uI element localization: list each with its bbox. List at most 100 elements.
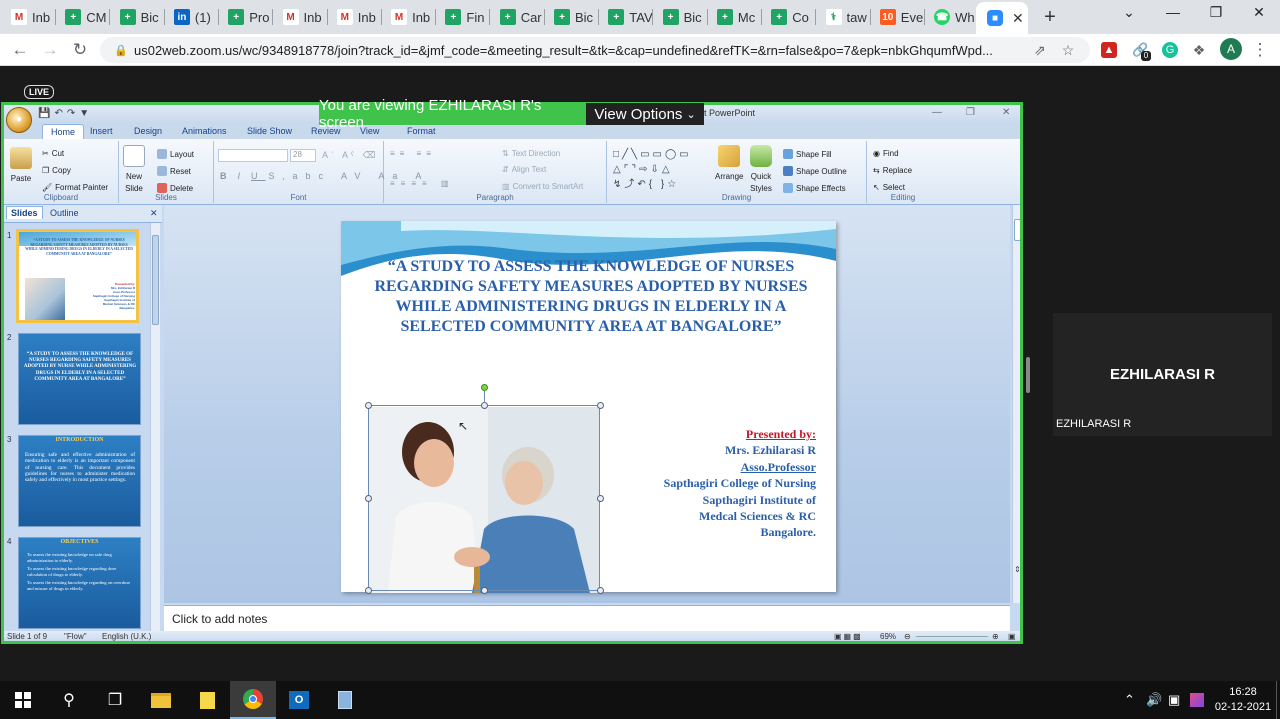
browser-tab[interactable]: M Inb xyxy=(272,4,328,30)
forward-icon[interactable]: → xyxy=(40,40,60,60)
address-bar[interactable]: 🔒 us02web.zoom.us/wc/9348918778/join?tra… xyxy=(100,37,1090,63)
notes-pane[interactable]: Click to add notes xyxy=(164,605,1010,631)
shape-outline-button[interactable]: Shape Outline xyxy=(783,166,847,176)
arrange-button[interactable]: Arrange xyxy=(715,145,743,181)
browser-tab[interactable]: in (1) xyxy=(163,4,219,30)
paste-button[interactable]: Paste xyxy=(10,147,32,183)
back-icon[interactable]: ← xyxy=(10,40,30,60)
bookmark-star-icon[interactable]: ☆ xyxy=(1062,42,1075,59)
thumbnail-scroll-thumb[interactable] xyxy=(152,235,159,325)
status-zoom-level[interactable]: 69% xyxy=(880,632,896,641)
quick-access-toolbar[interactable]: 💾↶↷▼ xyxy=(38,108,93,119)
view-buttons[interactable]: ▣▦▩ xyxy=(834,632,863,641)
close-window-button[interactable]: ✕ xyxy=(1246,4,1272,21)
canvas-scroll-thumb[interactable] xyxy=(1014,219,1020,241)
grammarly-icon[interactable]: G xyxy=(1162,42,1178,58)
layout-button[interactable]: Layout xyxy=(157,149,194,159)
browser-tab[interactable]: + Mc xyxy=(706,4,762,30)
slide-thumbnail-3[interactable]: INTRODUCTION Ensuring safe and effective… xyxy=(18,435,141,527)
tab-search-icon[interactable]: ⌄ xyxy=(1116,4,1142,21)
view-options-button[interactable]: View Options ⌄ xyxy=(586,103,704,125)
replace-button[interactable]: ⇆ Replace xyxy=(873,166,912,175)
browser-tab[interactable]: + Co xyxy=(760,4,817,30)
font-name-box[interactable] xyxy=(218,149,288,162)
new-tab-button[interactable]: + xyxy=(1040,6,1060,29)
share-icon[interactable]: ⇗ xyxy=(1034,42,1046,59)
format-painter-button[interactable]: 🖌 Format Painter xyxy=(42,183,108,192)
browser-tab[interactable]: + Bic xyxy=(652,4,708,30)
slide-thumbnail-4[interactable]: OBJECTIVES To assess the existing knowle… xyxy=(18,537,141,629)
browser-tab[interactable]: + Fin xyxy=(434,4,491,30)
browser-tab[interactable]: M Inb xyxy=(0,4,56,30)
office-button[interactable]: ● xyxy=(6,107,32,133)
font-grow-shrink-buttons[interactable]: Aʿ Aˁ ⌫ xyxy=(322,150,378,161)
text-direction-button[interactable]: ⇅ Text Direction xyxy=(502,149,560,158)
browser-tab[interactable]: ⚕ taw xyxy=(815,4,871,30)
resize-handle-tl[interactable] xyxy=(365,402,372,409)
slide-thumbnail-1[interactable]: “A STUDY TO ASSESS THE KNOWLEDGE OF NURS… xyxy=(16,229,139,323)
zoom-slider[interactable] xyxy=(916,636,988,637)
list-buttons[interactable]: ≡≡ ≡≡ xyxy=(390,149,436,158)
task-view-icon[interactable]: ❐ xyxy=(92,681,138,719)
close-icon[interactable]: ✕ xyxy=(1012,10,1024,27)
quick-styles-button[interactable]: Quick Styles xyxy=(750,145,772,193)
ppt-restore-icon[interactable]: ❐ xyxy=(966,107,975,118)
calculator-icon[interactable] xyxy=(322,681,368,719)
zoom-in-icon[interactable]: ⊕ xyxy=(992,632,999,641)
copy-button[interactable]: ❐ Copy xyxy=(42,166,71,175)
tab-zoom-active[interactable]: ■ ✕ xyxy=(976,2,1028,34)
browser-tab[interactable]: + TAV xyxy=(597,4,654,30)
tray-overflow-icon[interactable]: ⌃ xyxy=(1124,692,1135,708)
maximize-button[interactable]: ❐ xyxy=(1203,4,1229,21)
taskbar-clock[interactable]: 16:28 02-12-2021 xyxy=(1210,685,1276,715)
ribbon-tab-home[interactable]: Home xyxy=(42,124,85,139)
app-tray-icon[interactable] xyxy=(1190,693,1204,707)
participant-video-tile[interactable]: EZHILARASI R EZHILARASI R xyxy=(1053,313,1272,436)
volume-icon[interactable]: 🔊 xyxy=(1146,692,1162,708)
delete-button[interactable]: Delete xyxy=(157,183,193,193)
resize-handle-t[interactable] xyxy=(481,402,488,409)
font-size-box[interactable]: 28 xyxy=(290,149,316,162)
profile-avatar[interactable]: A xyxy=(1220,38,1242,60)
network-icon[interactable]: ▣ xyxy=(1168,692,1180,708)
slide-title[interactable]: “A STUDY TO ASSESS THE KNOWLEDGE OF NURS… xyxy=(361,257,821,337)
slide-thumbnail-2[interactable]: “A STUDY TO ASSESS THE KNOWLEDGE OF NURS… xyxy=(18,333,141,425)
zoom-out-icon[interactable]: ⊖ xyxy=(904,632,911,641)
reset-button[interactable]: Reset xyxy=(157,166,191,176)
browser-tab[interactable]: + Bic xyxy=(543,4,599,30)
show-desktop-button[interactable] xyxy=(1276,681,1280,719)
shapes-gallery[interactable]: □╱╲▭▭◯▭ △⌜⌝⇨⇩△ ↯⤴↶{ }☆ xyxy=(613,147,708,192)
browser-tab[interactable]: + CM xyxy=(54,4,111,30)
shape-fill-button[interactable]: Shape Fill xyxy=(783,149,832,159)
rotate-handle[interactable] xyxy=(481,384,488,391)
chrome-taskbar-icon[interactable] xyxy=(230,681,276,719)
ribbon-tab-animations[interactable]: Animations xyxy=(182,126,227,136)
ppt-minimize-icon[interactable]: — xyxy=(932,107,942,118)
convert-smartart-button[interactable]: ▥ Convert to SmartArt xyxy=(502,182,583,191)
ribbon-tab-insert[interactable]: Insert xyxy=(90,126,113,136)
resize-handle-tr[interactable] xyxy=(597,402,604,409)
close-pane-icon[interactable]: ✕ xyxy=(150,208,158,219)
browser-tab[interactable]: 10 Eve xyxy=(869,4,925,30)
align-text-button[interactable]: ⇵ Align Text xyxy=(502,165,546,174)
new-slide-button[interactable]: New Slide xyxy=(123,145,145,193)
resize-handle-b[interactable] xyxy=(481,587,488,594)
extensions-puzzle-icon[interactable]: ❖ xyxy=(1191,42,1207,58)
browser-tab[interactable]: M Inb xyxy=(380,4,437,30)
thumbnail-scrollbar[interactable] xyxy=(150,223,160,631)
resize-handle-bl[interactable] xyxy=(365,587,372,594)
presenter-block[interactable]: Presented by: Mrs. Ezhilarasi R Asso.Pro… xyxy=(611,426,816,541)
fit-to-window-icon[interactable]: ▣ xyxy=(1008,632,1016,641)
find-button[interactable]: ◉ Find xyxy=(873,149,899,158)
windows-start-icon[interactable] xyxy=(0,681,46,719)
ribbon-tab-slide-show[interactable]: Slide Show xyxy=(247,126,292,136)
ribbon-tab-design[interactable]: Design xyxy=(134,126,162,136)
reload-icon[interactable]: ↻ xyxy=(70,40,90,60)
search-icon[interactable]: ⚲ xyxy=(46,681,92,719)
pdf-extension-icon[interactable]: ▲ xyxy=(1101,42,1117,58)
browser-tab[interactable]: + Pro xyxy=(217,4,274,30)
sticky-notes-icon[interactable] xyxy=(184,681,230,719)
file-explorer-icon[interactable] xyxy=(138,681,184,719)
tab-slides[interactable]: Slides xyxy=(6,206,43,219)
alignment-buttons[interactable]: ≡≡≡≡ ▥ xyxy=(390,179,454,188)
